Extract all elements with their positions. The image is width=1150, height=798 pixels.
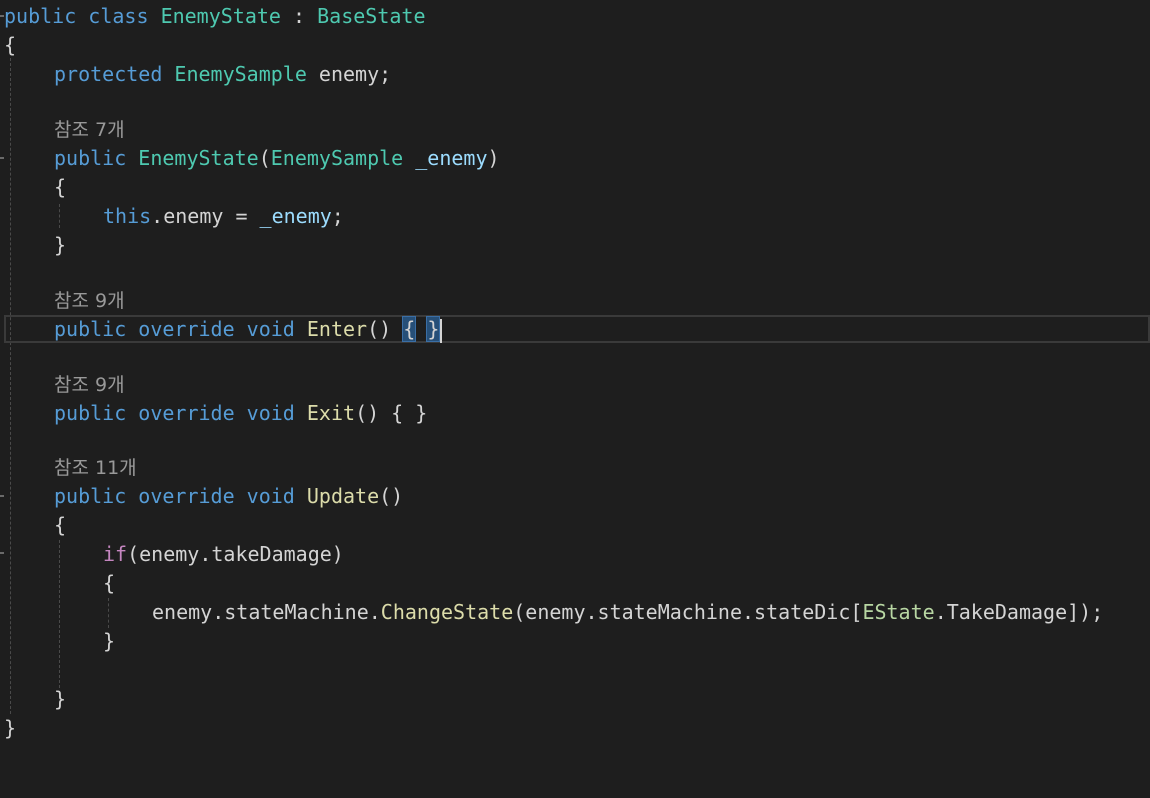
method-name-enter: Enter	[306, 317, 368, 341]
keyword-public: public	[54, 484, 127, 508]
keyword-void: void	[246, 317, 295, 341]
codelens-exit[interactable]: 참조 9개	[0, 371, 125, 399]
method-call-change-state: ChangeState	[380, 600, 514, 624]
matched-brace-open: {	[402, 316, 417, 342]
keyword-public: public	[4, 4, 77, 28]
codelens-references[interactable]: 참조 11개	[54, 454, 137, 482]
ctor-name: EnemyState	[138, 146, 259, 170]
param-name: _enemy	[415, 146, 488, 170]
code-line-ctor-signature[interactable]: public EnemyState(EnemySample _enemy)	[0, 144, 500, 172]
args-start: (enemy.stateMachine.stateDic[	[513, 600, 863, 624]
keyword-override: override	[138, 317, 235, 341]
matched-brace-close: }	[426, 316, 441, 342]
code-line-update-open[interactable]: {	[0, 511, 66, 539]
paren-open: (	[258, 146, 271, 170]
if-condition: (enemy.takeDamage)	[127, 542, 344, 566]
code-line-if-open[interactable]: {	[0, 569, 115, 597]
method-name-update: Update	[306, 484, 380, 508]
brace-close: }	[54, 687, 67, 711]
code-line-if-close[interactable]: }	[0, 627, 115, 655]
codelens-enter[interactable]: 참조 9개	[0, 287, 125, 315]
keyword-public: public	[54, 146, 127, 170]
brace-open: {	[4, 33, 17, 57]
colon: :	[280, 4, 318, 28]
keyword-void: void	[246, 484, 295, 508]
code-line-exit[interactable]: public override void Exit() { }	[0, 399, 427, 427]
param-type: EnemySample	[270, 146, 404, 170]
field-type: EnemySample	[174, 62, 307, 86]
codelens-constructor[interactable]: 참조 7개	[0, 116, 125, 144]
param-ref: _enemy	[259, 204, 332, 228]
code-line-class-decl[interactable]: public class EnemyState : BaseState	[0, 2, 425, 30]
field-name: enemy;	[306, 62, 392, 86]
keyword-public: public	[54, 401, 127, 425]
args-end: .TakeDamage]);	[934, 600, 1104, 624]
brace-open: {	[103, 571, 116, 595]
code-line-class-open[interactable]: {	[0, 31, 48, 59]
codelens-references[interactable]: 참조 7개	[54, 116, 125, 144]
code-line-enter[interactable]: public override void Enter() { }	[0, 315, 443, 343]
keyword-void: void	[246, 401, 295, 425]
code-line-if[interactable]: if(enemy.takeDamage)	[0, 540, 344, 568]
code-line-field[interactable]: protected EnemySample enemy;	[0, 60, 391, 88]
brace-open: {	[54, 513, 67, 537]
parens: ()	[367, 317, 404, 341]
object-ref: enemy.stateMachine.	[152, 600, 381, 624]
brace-open: {	[54, 175, 67, 199]
codelens-references[interactable]: 참조 9개	[54, 371, 125, 399]
code-line-class-close[interactable]: }	[0, 714, 48, 742]
keyword-override: override	[138, 401, 235, 425]
indent-guide-ctor	[59, 204, 60, 228]
enum-type: EState	[862, 600, 935, 624]
brace-close: }	[54, 233, 67, 257]
code-line-update-close[interactable]: }	[0, 685, 66, 713]
code-editor[interactable]: public class EnemyState : BaseState { pr…	[0, 0, 1150, 748]
brace-close: }	[103, 629, 116, 653]
indent-guide-if	[108, 598, 109, 628]
text-cursor	[440, 318, 443, 343]
keyword-if: if	[103, 542, 128, 566]
codelens-update[interactable]: 참조 11개	[0, 454, 137, 482]
code-line-change-state[interactable]: enemy.stateMachine.ChangeState(enemy.sta…	[0, 598, 1103, 626]
keyword-class: class	[88, 4, 149, 28]
code-line-ctor-close[interactable]: }	[0, 231, 66, 259]
code-line-ctor-open[interactable]: {	[0, 173, 66, 201]
class-name: EnemyState	[160, 4, 281, 28]
method-name-exit: Exit	[306, 401, 356, 425]
brace-close: }	[4, 716, 17, 740]
method-body: () { }	[355, 401, 428, 425]
base-class-name: BaseState	[317, 4, 426, 28]
member-assign: .enemy =	[151, 204, 260, 228]
code-line-update[interactable]: public override void Update()	[0, 482, 403, 510]
semicolon: ;	[331, 204, 344, 228]
keyword-public: public	[54, 317, 127, 341]
code-line-ctor-body[interactable]: this.enemy = _enemy;	[0, 202, 344, 230]
parens: ()	[379, 484, 404, 508]
codelens-references[interactable]: 참조 9개	[54, 287, 125, 315]
keyword-override: override	[138, 484, 235, 508]
keyword-protected: protected	[54, 62, 163, 86]
indent-guide-update	[59, 540, 60, 688]
keyword-this: this	[103, 204, 152, 228]
paren-close: )	[487, 146, 500, 170]
